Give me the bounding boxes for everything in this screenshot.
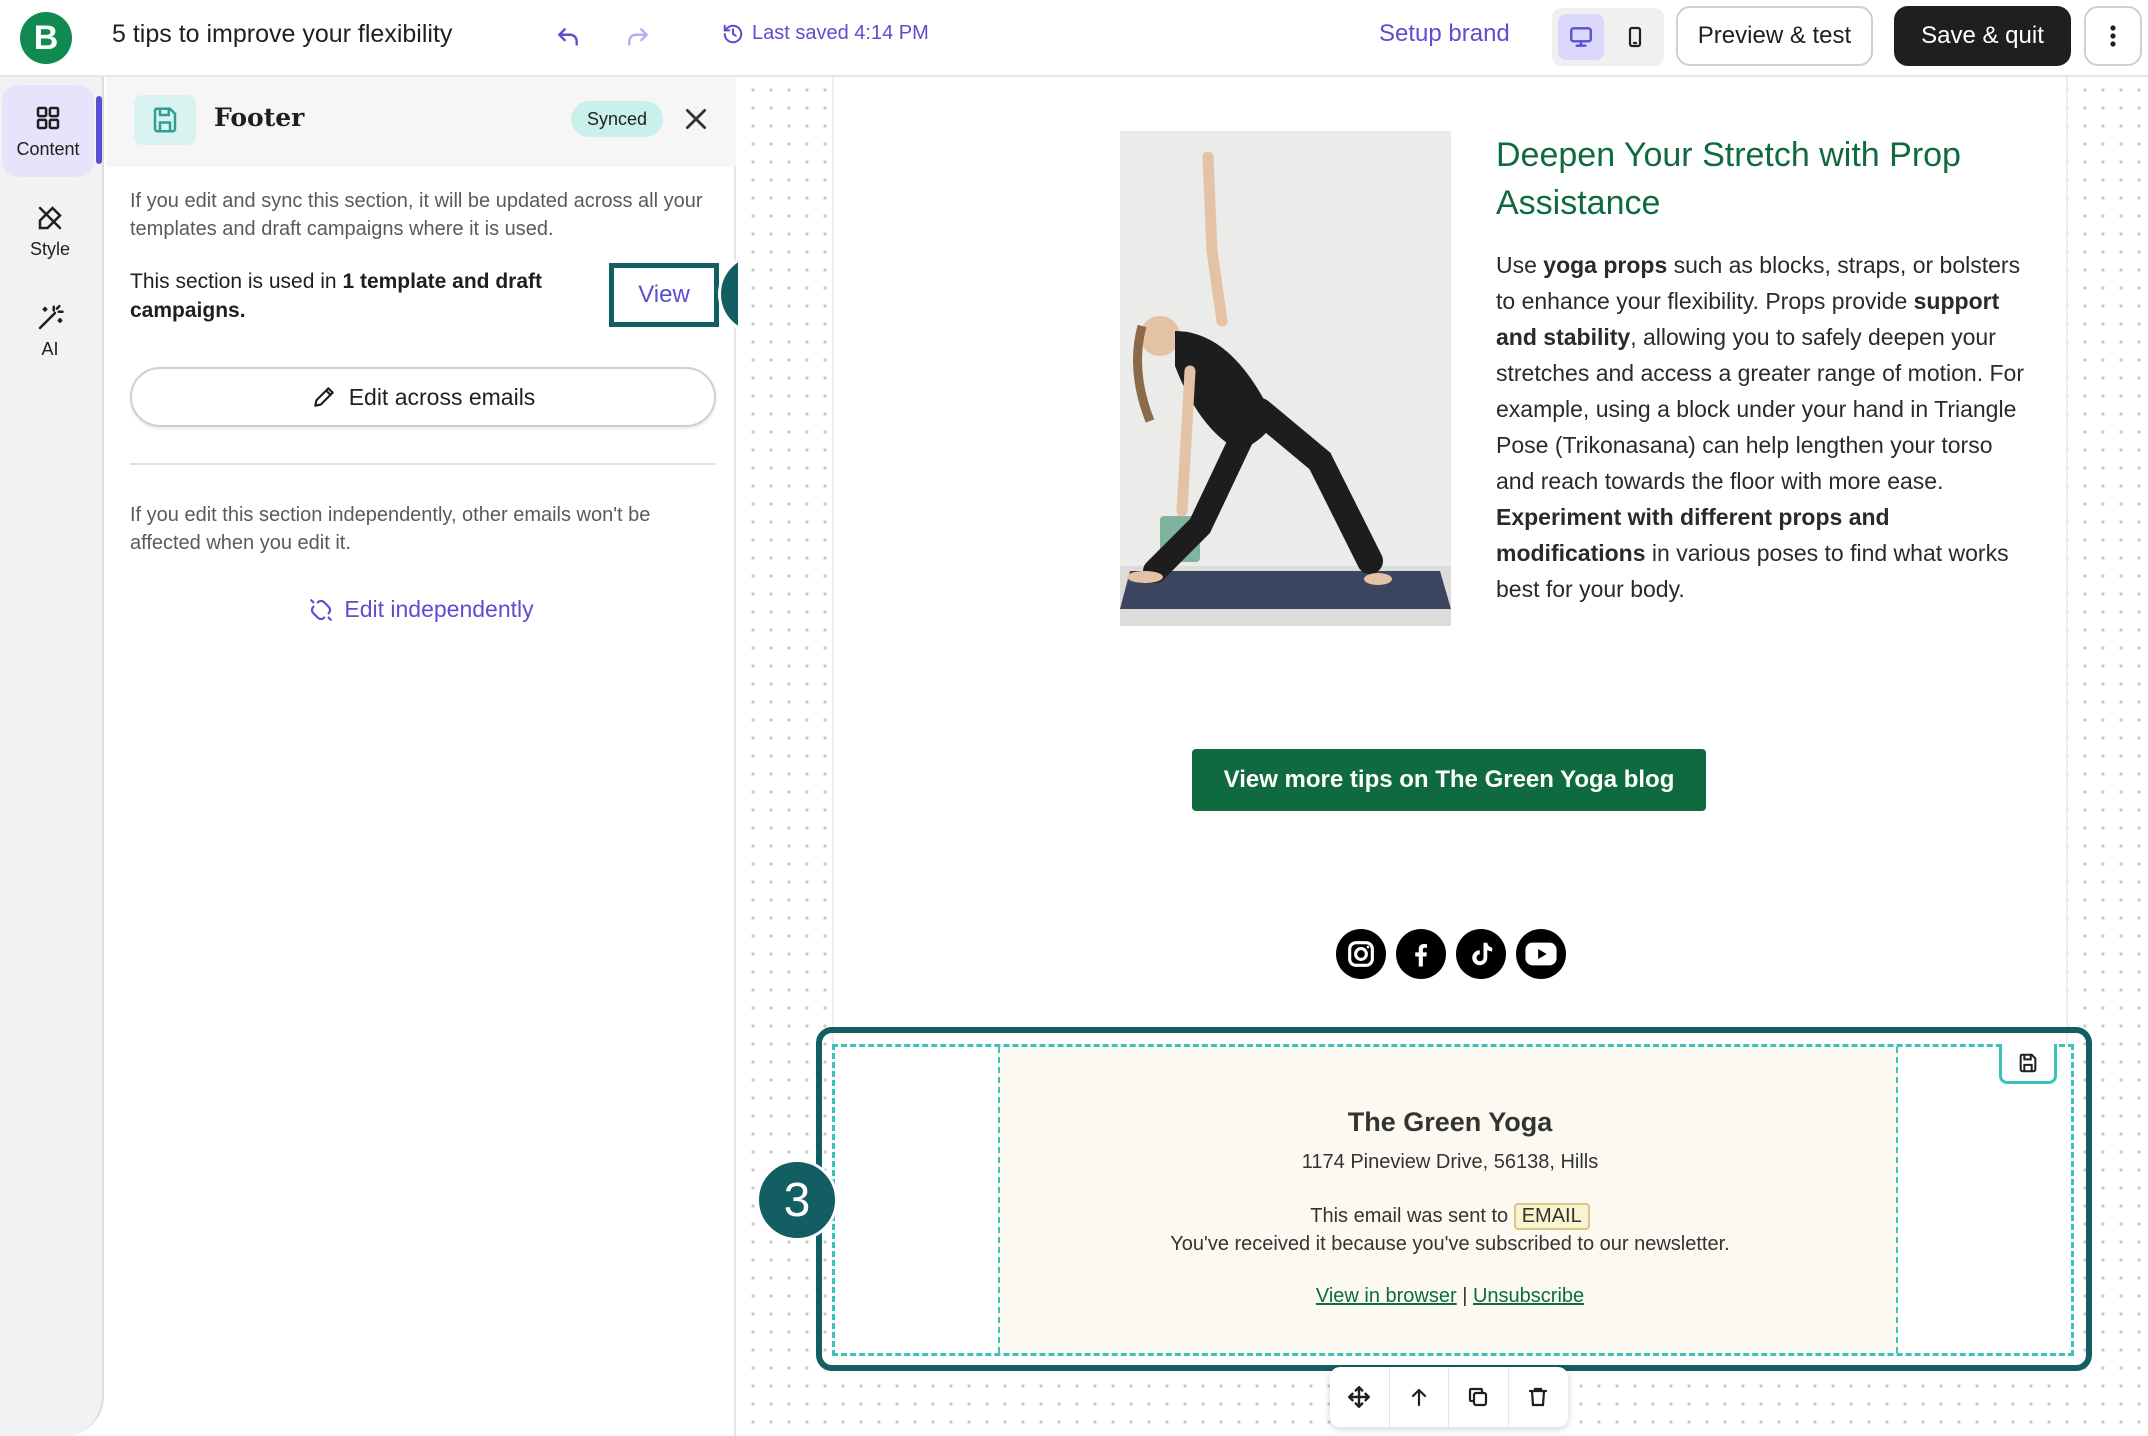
redo-icon[interactable] — [618, 18, 658, 58]
footer-links: View in browser | Unsubscribe — [1000, 1285, 1900, 1308]
saved-section-icon-box — [134, 95, 196, 145]
move-up-button[interactable] — [1390, 1367, 1449, 1427]
brush-pen-icon — [38, 205, 62, 229]
usage-prefix: This section is used in — [130, 270, 343, 293]
document-title[interactable]: 5 tips to improve your flexibility — [112, 20, 452, 49]
panel-header: Footer Synced — [106, 77, 736, 167]
independent-info-text: If you edit this section independently, … — [130, 504, 651, 554]
setup-brand-link[interactable]: Setup brand — [1379, 20, 1510, 48]
block-toolbar — [1330, 1367, 1568, 1427]
blog-cta-button[interactable]: View more tips on The Green Yoga blog — [1192, 749, 1706, 811]
kebab-menu-icon — [2110, 25, 2116, 47]
left-rail: Content Style AI — [0, 77, 104, 1436]
synced-badge: Synced — [571, 101, 663, 137]
more-options-button[interactable] — [2084, 6, 2142, 66]
brevo-logo[interactable]: B — [20, 12, 72, 64]
editor-canvas: Deepen Your Stretch with Prop Assistance… — [738, 77, 2148, 1436]
footer-link-separator: | — [1456, 1285, 1473, 1307]
preview-test-button[interactable]: Preview & test — [1676, 6, 1873, 66]
footer-company-name: The Green Yoga — [1347, 1107, 1553, 1137]
panel-title: Footer — [214, 103, 305, 132]
device-toggle — [1552, 8, 1664, 66]
footer-subscription-note: You've received it because you've subscr… — [1170, 1233, 1730, 1255]
article-body[interactable]: Use yoga props such as blocks, straps, o… — [1496, 247, 2036, 607]
floppy-disk-icon — [153, 107, 177, 133]
view-usage-button[interactable]: View — [609, 263, 719, 327]
unlink-icon — [310, 598, 333, 621]
footer-sent-to: This email was sent to EMAIL — [1000, 1203, 1900, 1230]
rail-label-content: Content — [16, 138, 80, 159]
logo-letter: B — [33, 18, 59, 57]
panel-divider — [130, 463, 716, 465]
unsubscribe-link[interactable]: Unsubscribe — [1473, 1285, 1584, 1307]
close-icon — [685, 108, 707, 130]
instagram-icon[interactable] — [1336, 929, 1386, 979]
desktop-icon — [1570, 27, 1592, 47]
rail-active-indicator — [96, 96, 102, 164]
footer-settings-panel: Footer Synced If you edit and sync this … — [106, 77, 800, 1436]
pencil-icon — [313, 387, 334, 407]
footer-content[interactable]: The Green Yoga 1174 Pineview Drive, 5613… — [998, 1047, 1898, 1353]
top-bar: B 5 tips to improve your flexibility Las… — [0, 0, 2148, 77]
undo-icon[interactable] — [548, 18, 588, 58]
duplicate-button[interactable] — [1449, 1367, 1509, 1427]
floppy-disk-icon — [2019, 1053, 2037, 1072]
edit-across-label: Edit across emails — [348, 383, 536, 410]
sync-info-text: If you edit and sync this section, it wi… — [130, 190, 703, 240]
duplicate-icon — [1469, 1387, 1488, 1407]
magic-wand-icon — [38, 304, 64, 329]
footer-address: 1174 Pineview Drive, 56138, Hills — [1301, 1151, 1599, 1173]
edit-across-emails-button[interactable]: Edit across emails — [130, 367, 716, 427]
delete-button[interactable] — [1509, 1367, 1569, 1427]
rail-tab-ai[interactable]: AI — [0, 285, 100, 377]
view-in-browser-link[interactable]: View in browser — [1316, 1285, 1457, 1307]
sent-to-prefix: This email was sent to — [1310, 1205, 1514, 1227]
yoga-pose-image[interactable] — [1120, 131, 1451, 626]
history-icon — [723, 24, 743, 43]
email-merge-tag[interactable]: EMAIL — [1513, 1203, 1590, 1230]
article-title[interactable]: Deepen Your Stretch with Prop Assistance — [1496, 131, 2016, 227]
facebook-icon[interactable] — [1396, 929, 1446, 979]
save-section-button[interactable] — [1999, 1044, 2057, 1084]
last-saved-label: Last saved 4:14 PM — [752, 22, 929, 44]
desktop-view-button[interactable] — [1558, 14, 1604, 60]
mobile-icon — [1628, 26, 1642, 48]
youtube-icon[interactable] — [1516, 929, 1566, 979]
usage-info-text: This section is used in 1 template and d… — [130, 267, 590, 325]
move-icon — [1348, 1386, 1371, 1408]
arrow-up-icon — [1411, 1388, 1426, 1407]
edit-independently-link[interactable]: Edit independently — [106, 596, 736, 623]
body-text-1: Use — [1496, 252, 1544, 278]
rail-label-ai: AI — [41, 338, 59, 359]
close-panel-button[interactable] — [676, 99, 716, 139]
email-preview: Deepen Your Stretch with Prop Assistance… — [832, 77, 2068, 1047]
rail-tab-style[interactable]: Style — [0, 185, 100, 277]
edit-independently-label: Edit independently — [344, 596, 534, 622]
tiktok-icon[interactable] — [1456, 929, 1506, 979]
trash-icon — [1529, 1387, 1548, 1407]
rail-tab-content[interactable]: Content — [2, 85, 94, 177]
last-saved-status[interactable]: Last saved 4:14 PM — [722, 22, 929, 45]
grid-icon — [36, 106, 60, 129]
step-badge-3: 3 — [756, 1159, 838, 1241]
move-block-button[interactable] — [1330, 1367, 1390, 1427]
save-quit-button[interactable]: Save & quit — [1894, 6, 2071, 66]
mobile-view-button[interactable] — [1612, 14, 1658, 60]
body-bold-1: yoga props — [1543, 252, 1668, 278]
rail-label-style: Style — [29, 238, 71, 259]
